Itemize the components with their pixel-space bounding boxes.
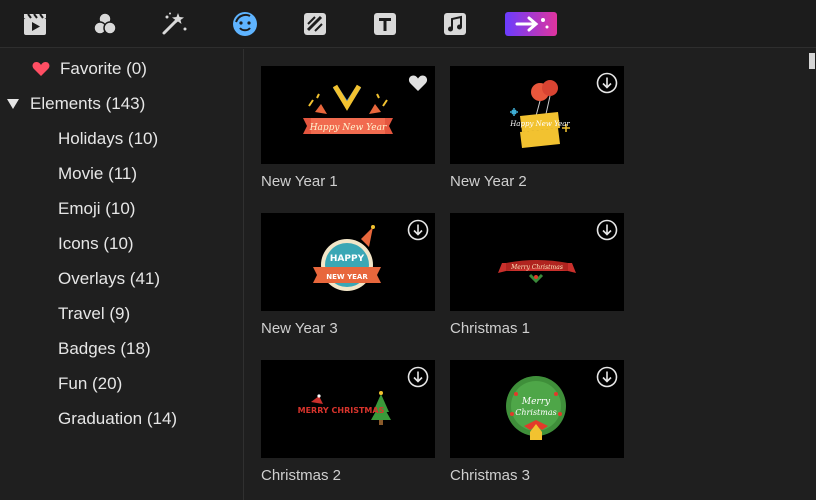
art-text: MERRY CHRISTMAS [298, 406, 385, 415]
sidebar-item-label: Overlays (41) [58, 269, 161, 288]
thumbnail: Merry Christmas [450, 213, 624, 311]
triangle-down-icon[interactable] [6, 98, 20, 110]
download-icon[interactable] [596, 366, 618, 388]
elements-icon[interactable] [228, 8, 262, 40]
card-label: New Year 1 [261, 173, 338, 190]
transitions-icon[interactable] [298, 8, 332, 40]
download-icon[interactable] [596, 219, 618, 241]
download-icon[interactable] [407, 219, 429, 241]
card-label: New Year 3 [261, 320, 338, 337]
media-icon[interactable] [18, 8, 52, 40]
vertical-scrollbar[interactable] [806, 49, 816, 500]
sidebar-item-label: Favorite (0) [60, 59, 147, 78]
sidebar-item-overlays[interactable]: Overlays (41) [58, 264, 160, 294]
sidebar-item-favorite[interactable]: Favorite (0) [32, 54, 147, 84]
art-text: Merry Christmas [510, 264, 563, 271]
card-label: Christmas 1 [450, 320, 531, 337]
sidebar-item-emoji[interactable]: Emoji (10) [58, 194, 135, 224]
thumbnail: HAPPY NEW YEAR [261, 213, 435, 311]
sidebar-item-badges[interactable]: Badges (18) [58, 334, 151, 364]
sidebar-item-label: Fun (20) [58, 374, 123, 393]
top-toolbar [0, 0, 816, 48]
sidebar-item-fun[interactable]: Fun (20) [58, 369, 122, 399]
sidebar-item-label: Movie (11) [58, 164, 138, 183]
sidebar-item-travel[interactable]: Travel (9) [58, 299, 130, 329]
element-card-christmas-2[interactable]: MERRY CHRISTMAS Christmas 2 [261, 360, 435, 486]
element-card-christmas-1[interactable]: Merry Christmas Christmas 1 [450, 213, 624, 339]
element-card-new-year-1[interactable]: Happy New Year New Year 1 [261, 66, 435, 192]
card-label: Christmas 3 [450, 467, 531, 484]
art-text-top: HAPPY [330, 254, 365, 264]
art-text: Happy New Year [309, 123, 387, 133]
sidebar-item-label: Travel (9) [58, 304, 131, 323]
sidebar-item-icons[interactable]: Icons (10) [58, 229, 134, 259]
effects-icon[interactable] [88, 8, 122, 40]
thumbnail: Happy New Year [450, 66, 624, 164]
element-card-new-year-3[interactable]: HAPPY NEW YEAR New Year 3 [261, 213, 435, 339]
plugin-icon[interactable] [505, 8, 557, 40]
art-text-bottom: NEW YEAR [326, 273, 368, 281]
art-text-top: Merry [521, 397, 551, 407]
heart-icon [32, 61, 50, 77]
sidebar-item-label: Elements (143) [30, 94, 146, 113]
sidebar-item-label: Holidays (10) [58, 129, 159, 148]
art-text-bottom: Christmas [515, 408, 556, 417]
sidebar-item-graduation[interactable]: Graduation (14) [58, 404, 177, 434]
sidebar-item-label: Icons (10) [58, 234, 134, 253]
thumbnail: Happy New Year [261, 66, 435, 164]
thumbnail: Merry Christmas [450, 360, 624, 458]
magic-icon[interactable] [157, 8, 191, 40]
download-icon[interactable] [407, 366, 429, 388]
elements-grid: Happy New Year New Year 1 Happy New Year… [245, 49, 816, 500]
sidebar-item-label: Badges (18) [58, 339, 151, 358]
download-icon[interactable] [596, 72, 618, 94]
text-icon[interactable] [368, 8, 402, 40]
element-card-christmas-3[interactable]: Merry Christmas Christmas 3 [450, 360, 624, 486]
art-text: Happy New Year [509, 120, 570, 128]
audio-icon[interactable] [438, 8, 472, 40]
element-card-new-year-2[interactable]: Happy New Year New Year 2 [450, 66, 624, 192]
sidebar-item-label: Graduation (14) [58, 409, 178, 428]
scrollbar-thumb[interactable] [809, 53, 815, 69]
sidebar-item-elements[interactable]: Elements (143) [6, 89, 145, 119]
sidebar-item-label: Emoji (10) [58, 199, 136, 218]
sidebar-item-movie[interactable]: Movie (11) [58, 159, 137, 189]
app-window: Favorite (0) Elements (143) Holidays (10… [0, 0, 816, 500]
heart-icon[interactable] [407, 72, 429, 94]
category-sidebar: Favorite (0) Elements (143) Holidays (10… [0, 49, 244, 500]
thumbnail: MERRY CHRISTMAS [261, 360, 435, 458]
card-label: Christmas 2 [261, 467, 342, 484]
card-label: New Year 2 [450, 173, 527, 190]
sidebar-item-holidays[interactable]: Holidays (10) [58, 124, 158, 154]
